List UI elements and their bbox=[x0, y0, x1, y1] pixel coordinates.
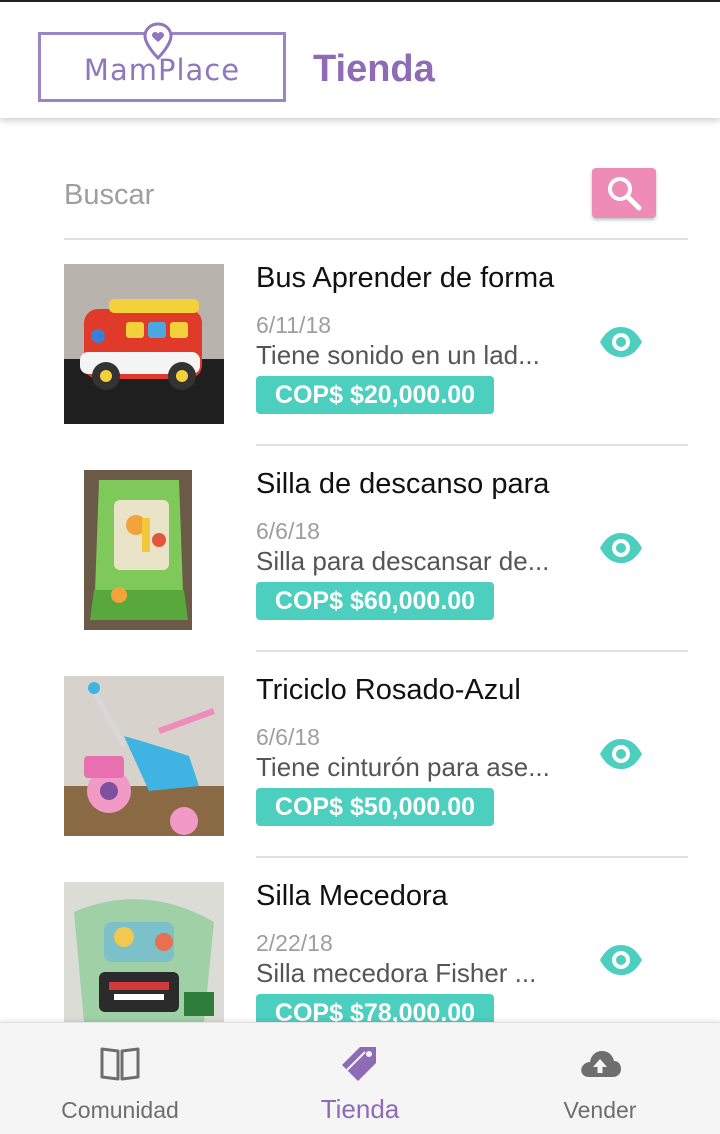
product-price-badge: COP$ $78,000.00 bbox=[256, 994, 494, 1024]
tag-icon bbox=[342, 1047, 376, 1081]
eye-icon[interactable] bbox=[598, 736, 644, 772]
product-item[interactable]: Silla Mecedora 2/22/18 Silla mecedora Fi… bbox=[0, 858, 720, 1024]
nav-label: Comunidad bbox=[61, 1097, 179, 1123]
nav-label: Tienda bbox=[320, 1094, 400, 1124]
product-description: Silla mecedora Fisher ... bbox=[256, 958, 537, 988]
app-header: MamPlace Tienda bbox=[0, 0, 720, 118]
page-title: Tienda bbox=[313, 48, 435, 90]
product-price-badge: COP$ $50,000.00 bbox=[256, 788, 494, 826]
product-title: Triciclo Rosado-Azul bbox=[256, 674, 521, 706]
product-image bbox=[64, 470, 224, 630]
product-image bbox=[64, 676, 224, 836]
product-description: Tiene sonido en un lad... bbox=[256, 340, 540, 370]
search-input[interactable] bbox=[64, 170, 564, 220]
nav-label: Vender bbox=[563, 1097, 637, 1123]
product-item[interactable]: Triciclo Rosado-Azul 6/6/18 Tiene cintur… bbox=[0, 652, 720, 858]
book-icon bbox=[100, 1047, 140, 1081]
search-bar bbox=[64, 150, 688, 240]
product-date: 2/22/18 bbox=[256, 930, 333, 956]
product-title: Silla Mecedora bbox=[256, 880, 448, 912]
mamplace-logo[interactable]: MamPlace bbox=[38, 22, 286, 102]
product-title: Bus Aprender de forma bbox=[256, 262, 555, 294]
product-description: Tiene cinturón para ase... bbox=[256, 752, 550, 782]
product-price-badge: COP$ $20,000.00 bbox=[256, 376, 494, 414]
product-description: Silla para descansar de... bbox=[256, 546, 550, 576]
product-list: Bus Aprender de forma 6/11/18 Tiene soni… bbox=[0, 240, 720, 1024]
location-pin-icon bbox=[143, 22, 173, 61]
product-image bbox=[64, 882, 224, 1024]
eye-icon[interactable] bbox=[598, 530, 644, 566]
product-price-badge: COP$ $60,000.00 bbox=[256, 582, 494, 620]
nav-item-vender[interactable]: Vender bbox=[480, 1023, 720, 1134]
product-date: 6/6/18 bbox=[256, 724, 320, 750]
eye-icon[interactable] bbox=[598, 942, 644, 978]
product-item[interactable]: Bus Aprender de forma 6/11/18 Tiene soni… bbox=[0, 240, 720, 446]
nav-item-comunidad[interactable]: Comunidad bbox=[0, 1023, 240, 1134]
product-date: 6/11/18 bbox=[256, 312, 332, 338]
product-date: 6/6/18 bbox=[256, 518, 320, 544]
nav-item-tienda[interactable]: Tienda bbox=[240, 1023, 480, 1134]
eye-icon[interactable] bbox=[598, 324, 644, 360]
app-screen: MamPlace Tienda Buscar Bus Aprender de f… bbox=[0, 0, 720, 1134]
search-icon bbox=[608, 177, 642, 211]
bottom-navigation: Comunidad Tienda Vender bbox=[0, 1022, 720, 1134]
product-image bbox=[64, 264, 224, 424]
cloud-upload-icon bbox=[581, 1051, 621, 1077]
product-title: Silla de descanso para bbox=[256, 468, 550, 500]
search-button[interactable] bbox=[592, 168, 656, 218]
product-item[interactable]: Silla de descanso para 6/6/18 Silla para… bbox=[0, 446, 720, 652]
